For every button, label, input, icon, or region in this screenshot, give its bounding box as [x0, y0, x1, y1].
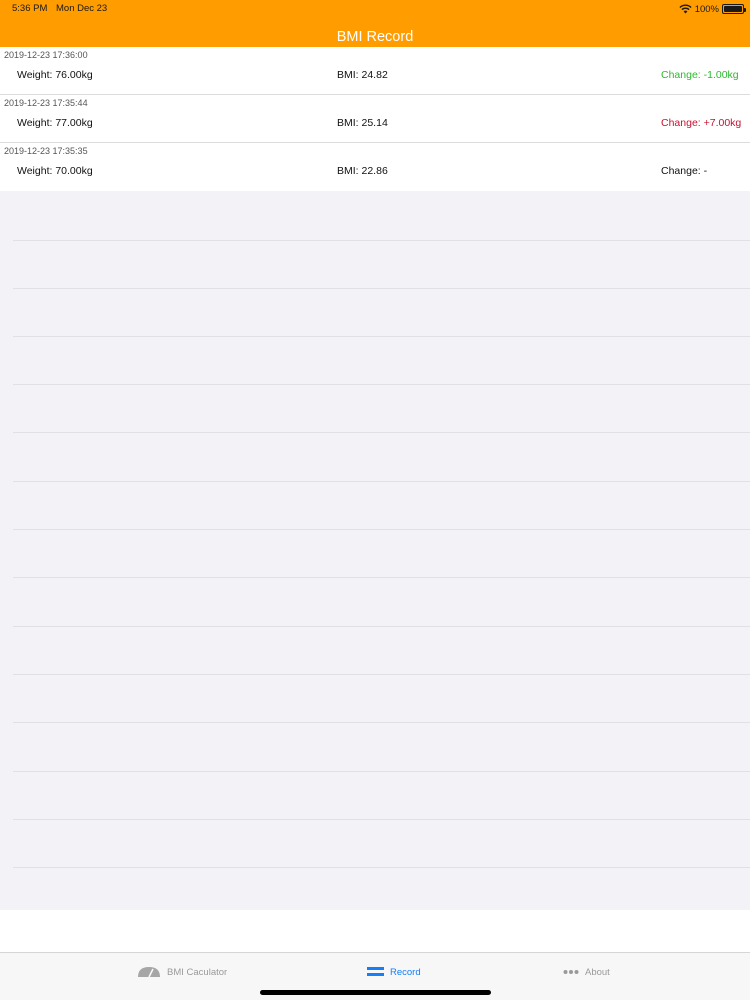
record-row[interactable]: 2019-12-23 17:35:44 Weight: 77.00kg BMI:…	[0, 95, 750, 143]
more-icon	[563, 970, 579, 974]
record-bmi: BMI: 25.14	[337, 117, 388, 129]
records-table: 2019-12-23 17:36:00 Weight: 76.00kg BMI:…	[0, 47, 750, 191]
tab-bmi-calculator[interactable]: BMI Caculator	[137, 964, 227, 980]
record-weight: Weight: 70.00kg	[17, 165, 93, 177]
gauge-icon	[138, 967, 160, 978]
row-separator	[13, 336, 750, 337]
record-date: 2019-12-23 17:35:35	[4, 146, 88, 156]
battery-icon	[722, 4, 746, 14]
header: 5:36 PM Mon Dec 23 100% BMI Record	[0, 0, 750, 47]
record-bmi: BMI: 22.86	[337, 165, 388, 177]
row-separator	[13, 867, 750, 868]
record-weight: Weight: 77.00kg	[17, 117, 93, 129]
status-indicators: 100%	[679, 2, 746, 16]
row-separator	[13, 288, 750, 289]
row-separator	[13, 819, 750, 820]
record-date: 2019-12-23 17:36:00	[4, 50, 88, 60]
row-separator	[13, 432, 750, 433]
row-separator	[13, 481, 750, 482]
bottom-spacer	[0, 910, 750, 952]
row-separator	[13, 674, 750, 675]
status-time: 5:36 PM	[12, 3, 48, 14]
record-row[interactable]: 2019-12-23 17:36:00 Weight: 76.00kg BMI:…	[0, 47, 750, 95]
row-separator	[13, 771, 750, 772]
record-change: Change: +7.00kg	[661, 117, 742, 129]
record-change: Change: -	[661, 165, 708, 177]
row-separator	[13, 626, 750, 627]
tab-label: About	[585, 966, 610, 978]
bmi-record-screen: 5:36 PM Mon Dec 23 100% BMI Record 2019-…	[0, 0, 750, 1000]
row-separator	[13, 722, 750, 723]
home-indicator[interactable]	[260, 990, 491, 995]
wifi-icon	[679, 4, 692, 14]
row-separator	[13, 240, 750, 241]
page-title: BMI Record	[336, 29, 414, 45]
row-separator	[13, 529, 750, 530]
row-separator	[13, 384, 750, 385]
tab-label: BMI Caculator	[167, 966, 228, 978]
row-separator	[13, 577, 750, 578]
tab-about[interactable]: About	[563, 964, 610, 980]
record-change: Change: -1.00kg	[661, 69, 739, 81]
record-date: 2019-12-23 17:35:44	[4, 98, 88, 108]
list-icon	[367, 967, 384, 976]
battery-percent: 100%	[694, 3, 719, 15]
empty-table-area	[0, 192, 750, 910]
record-weight: Weight: 76.00kg	[17, 69, 93, 81]
tab-record[interactable]: Record	[367, 964, 421, 980]
status-date: Mon Dec 23	[56, 3, 108, 14]
record-bmi: BMI: 24.82	[337, 69, 388, 81]
record-row[interactable]: 2019-12-23 17:35:35 Weight: 70.00kg BMI:…	[0, 143, 750, 191]
tab-label: Record	[390, 966, 421, 978]
